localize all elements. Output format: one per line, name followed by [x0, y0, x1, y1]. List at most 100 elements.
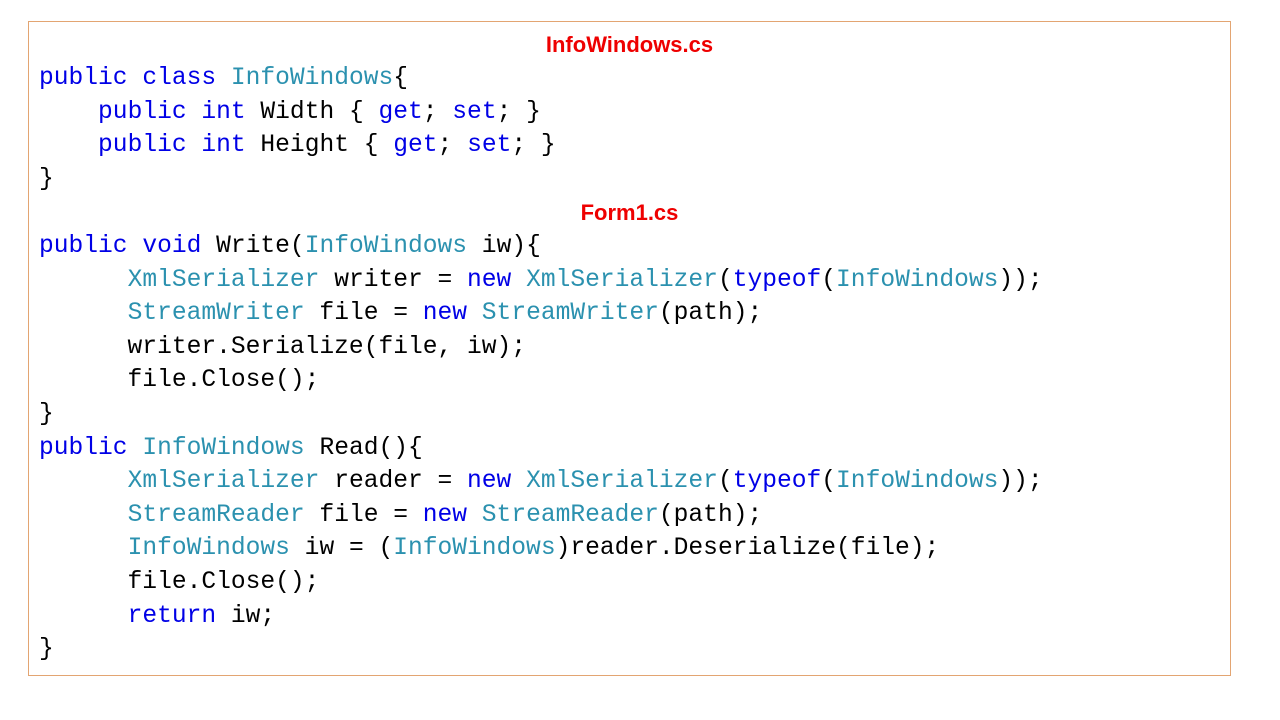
- keyword-token: int: [201, 132, 246, 160]
- code-token: (: [717, 468, 733, 496]
- keyword-token: get: [393, 132, 438, 160]
- code-line: writer.Serialize(file, iw);: [39, 331, 1043, 365]
- code-token: Height {: [245, 132, 394, 160]
- code-token: ; }: [496, 98, 541, 126]
- keyword-token: typeof: [732, 468, 822, 496]
- code-token: (path);: [658, 300, 763, 328]
- keyword-token: public: [98, 98, 187, 126]
- code-token: writer.Serialize(file, iw);: [39, 333, 527, 361]
- keyword-token: public: [39, 65, 128, 92]
- keyword-token: public: [39, 434, 128, 462]
- type-token: StreamReader: [127, 501, 305, 529]
- code-token: iw = (: [289, 535, 394, 563]
- code-token: (: [717, 266, 733, 294]
- code-token: ));: [998, 266, 1043, 294]
- keyword-token: typeof: [732, 266, 822, 294]
- code-token: file =: [304, 501, 423, 529]
- type-token: InfoWindows: [393, 535, 556, 563]
- keyword-token: class: [142, 65, 217, 92]
- code-token: Write(: [201, 233, 305, 260]
- type-token: InfoWindows: [836, 266, 999, 294]
- code-token: }: [39, 636, 54, 664]
- code-token: iw){: [467, 233, 541, 260]
- keyword-token: new: [467, 266, 512, 294]
- code-token: writer =: [319, 266, 468, 294]
- code-token: ; }: [511, 132, 556, 160]
- code-line: StreamWriter file = new StreamWriter(pat…: [39, 297, 1043, 331]
- code-line: file.Close();: [39, 566, 1043, 600]
- keyword-token: new: [422, 300, 468, 328]
- code-panel: InfoWindows.cs public class InfoWindows{…: [28, 21, 1231, 676]
- code-token: iw;: [216, 602, 276, 630]
- type-token: XmlSerializer: [526, 468, 718, 496]
- code-token: )reader.Deserialize(file);: [555, 535, 940, 563]
- keyword-token: int: [201, 98, 246, 126]
- code-line: return iw;: [39, 600, 1043, 634]
- type-token: XmlSerializer: [127, 468, 320, 496]
- type-token: InfoWindows: [230, 65, 394, 92]
- keyword-token: public: [98, 132, 187, 160]
- code-token: file.Close();: [39, 568, 320, 596]
- code-token: ));: [998, 468, 1043, 496]
- keyword-token: set: [452, 98, 497, 126]
- code-token: (: [821, 468, 837, 496]
- type-token: InfoWindows: [142, 434, 305, 462]
- code-token: file =: [304, 300, 423, 328]
- file-title-infowindows: InfoWindows.cs: [545, 32, 714, 57]
- keyword-token: new: [467, 468, 512, 496]
- code-line: public int Height { get; set; }: [39, 129, 556, 163]
- file-title-form1: Form1.cs: [580, 200, 679, 225]
- code-line: StreamReader file = new StreamReader(pat…: [39, 499, 1043, 533]
- code-line: public InfoWindows Read(){: [39, 432, 1043, 466]
- code-token: Width {: [245, 98, 379, 126]
- type-token: InfoWindows: [304, 233, 468, 260]
- code-token: (path);: [658, 501, 763, 529]
- code-token: {: [393, 65, 409, 92]
- code-token: file.Close();: [39, 367, 320, 395]
- code-line: }: [39, 163, 556, 197]
- keyword-token: set: [467, 132, 512, 160]
- code-token: Read(){: [304, 434, 423, 462]
- type-token: StreamWriter: [127, 300, 305, 328]
- code-block-form1: public void Write(InfoWindows iw){ XmlSe…: [39, 230, 1043, 667]
- code-line: XmlSerializer writer = new XmlSerializer…: [39, 264, 1043, 298]
- code-block-infowindows: public class InfoWindows{ public int Wid…: [39, 62, 556, 196]
- code-token: (: [821, 266, 837, 294]
- code-line: public void Write(InfoWindows iw){: [39, 230, 1043, 264]
- code-line: XmlSerializer reader = new XmlSerializer…: [39, 465, 1043, 499]
- code-line: }: [39, 398, 1043, 432]
- type-token: InfoWindows: [127, 535, 290, 563]
- keyword-token: void: [142, 233, 202, 260]
- code-line: public int Width { get; set; }: [39, 96, 556, 130]
- keyword-token: public: [39, 233, 128, 260]
- code-token: }: [39, 165, 54, 193]
- code-line: InfoWindows iw = (InfoWindows)reader.Des…: [39, 532, 1043, 566]
- type-token: XmlSerializer: [526, 266, 718, 294]
- code-line: public class InfoWindows{: [39, 62, 556, 96]
- code-line: }: [39, 633, 1043, 667]
- type-token: StreamWriter: [481, 300, 659, 328]
- code-token: }: [39, 400, 54, 428]
- code-token: ;: [422, 98, 453, 126]
- type-token: XmlSerializer: [127, 266, 320, 294]
- code-token: ;: [437, 132, 468, 160]
- type-token: InfoWindows: [836, 468, 999, 496]
- code-line: file.Close();: [39, 364, 1043, 398]
- code-token: reader =: [319, 468, 468, 496]
